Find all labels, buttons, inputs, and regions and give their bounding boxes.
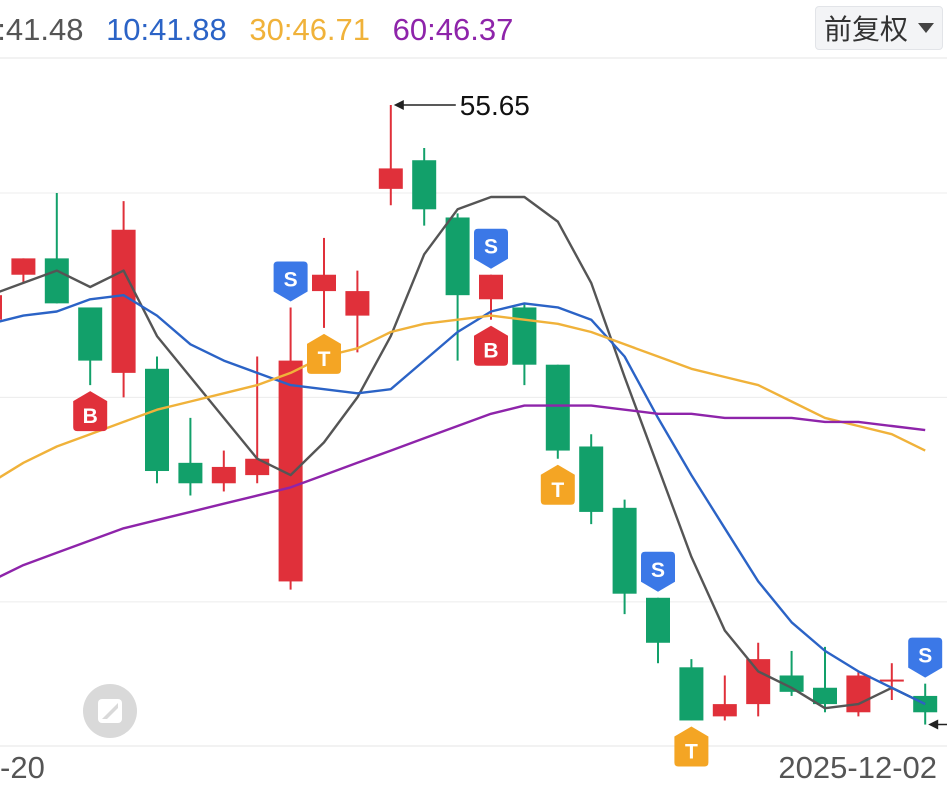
candle-body-19 [612,507,637,594]
ma30-line [0,314,926,479]
candle-body-1 [11,258,36,275]
candle-body-17 [545,364,570,451]
edit-drawing-button[interactable] [83,684,137,738]
signal-b-label-0: B [83,405,98,428]
candle-body-15 [479,274,503,300]
candle-body-28 [913,695,938,713]
candle-body-3 [78,307,103,361]
candle-body-16 [512,307,537,365]
candle-body-13 [412,160,437,210]
candle-body-21 [679,667,704,721]
candle-body-8 [245,458,270,476]
candle-body-18 [579,446,604,512]
x-axis-end-label: 2025-12-02 [778,750,937,785]
low-price-arrow [928,719,939,730]
candle-body-5 [145,368,169,472]
candle-body-6 [178,462,203,484]
signal-b-label-4: B [483,340,498,363]
signal-s-label-6: S [651,559,665,582]
candle-body-2 [44,258,69,304]
x-axis-start-label: -20 [0,750,45,785]
signal-t-label-2: T [318,348,331,371]
candle-body-25 [813,687,837,705]
candle-body-23 [746,659,771,705]
candle-body-26 [846,675,871,713]
candle-body-27 [879,679,904,682]
signal-t-label-5: T [551,479,564,502]
candle-body-14 [445,217,470,296]
ma10-line [0,294,926,706]
candle-body-10 [312,274,336,292]
candle-body-0 [0,295,2,320]
candle-body-12 [378,168,403,189]
candle-body-7 [211,466,236,484]
candlestick-chart: BSTSBTSTS55.6540.60 [0,57,947,767]
candle-body-22 [712,704,737,717]
candle-body-11 [345,291,370,316]
high-price-label: 55.65 [460,90,530,121]
signal-t-label-7: T [685,740,698,763]
signal-s-label-8: S [918,645,932,668]
pen-icon [98,699,122,723]
signal-s-label-1: S [284,268,298,291]
candle-body-20 [646,597,670,643]
signal-s-label-3: S [484,236,498,259]
high-price-arrow [393,100,404,111]
ma60-line [0,404,926,578]
